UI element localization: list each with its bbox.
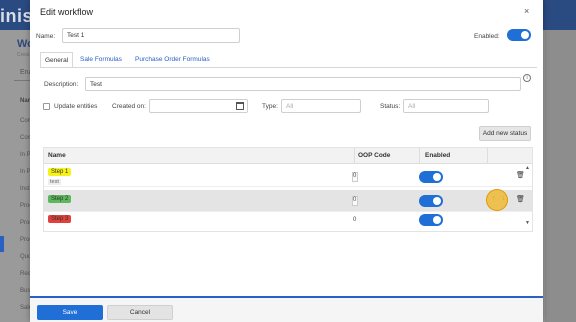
type-label: Type:: [262, 103, 278, 110]
close-icon[interactable]: ×: [524, 6, 529, 16]
status-table: Name OOP Code Enabled Step 1 test 0 🗑 ▲ …: [43, 147, 533, 232]
description-input[interactable]: Test: [85, 77, 521, 91]
status-select[interactable]: All: [403, 99, 489, 113]
column-divider: [354, 148, 355, 164]
type-select[interactable]: All: [281, 99, 361, 113]
column-header-name[interactable]: Name: [48, 152, 66, 159]
enabled-toggle[interactable]: [507, 29, 531, 41]
name-label: Name:: [36, 33, 56, 40]
footer-divider: [30, 296, 543, 298]
save-button[interactable]: Save: [37, 305, 103, 320]
right-header: [545, 0, 576, 30]
created-on-label: Created on:: [112, 103, 146, 110]
name-input[interactable]: Test 1: [62, 28, 240, 43]
edit-workflow-dialog: Edit workflow × Name: Test 1 Enabled: Ge…: [30, 0, 543, 322]
description-label: Description:: [44, 81, 79, 88]
table-row[interactable]: Step 3 0 ▼: [44, 211, 532, 233]
oop-code-value: 0: [353, 197, 357, 203]
tab-general[interactable]: General: [40, 52, 74, 68]
info-icon[interactable]: i: [523, 74, 531, 82]
column-header-oop-code[interactable]: OOP Code: [358, 152, 390, 159]
calendar-icon[interactable]: [236, 102, 244, 110]
add-new-status-button[interactable]: Add new status: [479, 126, 531, 141]
scroll-down-icon[interactable]: ▼: [525, 220, 530, 226]
row-enabled-toggle[interactable]: [419, 195, 443, 207]
update-entities-label: Update entities: [54, 103, 98, 110]
oop-code-value: 0: [353, 217, 357, 223]
row-enabled-toggle[interactable]: [419, 171, 443, 183]
enabled-label: Enabled:: [474, 33, 500, 40]
selection-marker: [0, 236, 4, 252]
update-entities-checkbox[interactable]: [43, 103, 50, 110]
tab-sale-formulas[interactable]: Sale Formulas: [76, 52, 126, 68]
step-description: test: [48, 179, 61, 185]
cancel-button[interactable]: Cancel: [107, 305, 173, 320]
cursor-highlight: [486, 189, 508, 211]
trash-icon[interactable]: 🗑: [516, 171, 525, 179]
column-divider: [487, 148, 488, 164]
table-row[interactable]: Step 2 0 ↑ ↓ 🗑: [44, 190, 532, 212]
page-subtitle: Creat: [17, 52, 30, 58]
tabs-divider: [40, 67, 537, 68]
trash-icon[interactable]: 🗑: [516, 195, 525, 203]
scroll-up-icon[interactable]: ▲: [525, 165, 530, 171]
oop-code-value: 0: [353, 173, 357, 179]
created-on-input[interactable]: [149, 99, 248, 113]
step-badge: Step 1: [48, 168, 72, 176]
right-strip: [545, 0, 576, 322]
step-badge: Step 2: [48, 195, 72, 203]
step-badge: Step 3: [48, 215, 72, 223]
table-header: Name OOP Code Enabled: [44, 148, 532, 164]
tab-purchase-order-formulas[interactable]: Purchase Order Formulas: [131, 52, 214, 68]
row-enabled-toggle[interactable]: [419, 214, 443, 226]
column-divider: [419, 148, 420, 164]
status-label: Status:: [380, 103, 401, 110]
column-header-enabled[interactable]: Enabled: [425, 152, 450, 159]
dialog-title: Edit workflow: [40, 7, 94, 17]
table-row[interactable]: Step 1 test 0 🗑 ▲: [44, 165, 532, 187]
